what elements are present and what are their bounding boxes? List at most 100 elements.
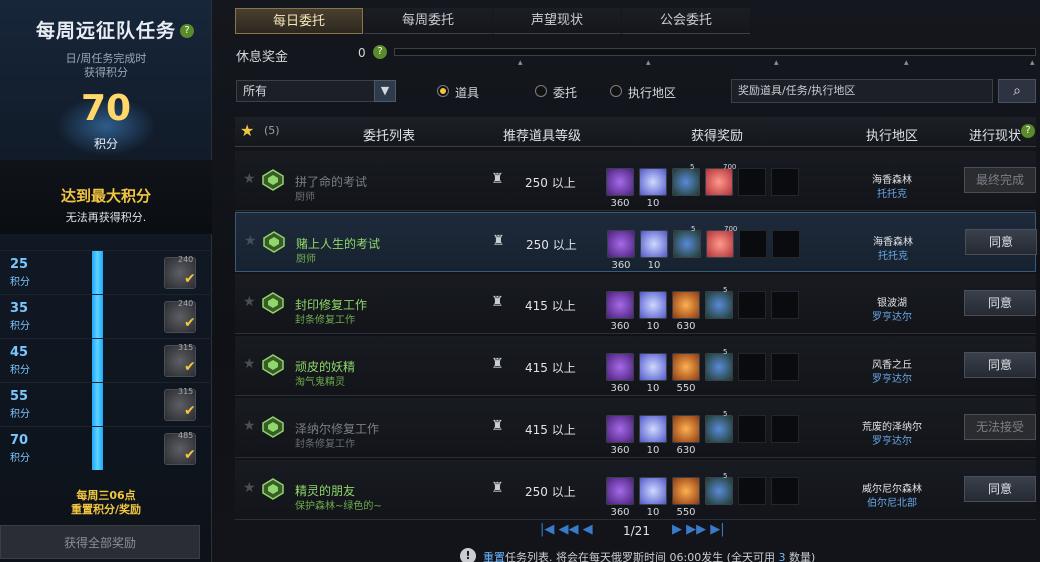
col-rec-level: 推荐道具等级 — [503, 129, 582, 144]
reward-count: 10 — [647, 260, 661, 271]
reward-potion-icon[interactable] — [705, 477, 733, 505]
quest-emblem-icon — [262, 169, 284, 191]
reward-slot-empty — [771, 415, 799, 443]
table-header: 委托列表 推荐道具等级 获得奖励 执行地区 进行现状 — [235, 117, 1036, 147]
star-icon[interactable]: ★ — [244, 233, 257, 249]
reward-level: 485 — [178, 431, 194, 440]
tab-daily[interactable]: 每日委托 — [235, 8, 363, 34]
reward-level: 240 — [178, 299, 194, 308]
milestone-item: 25 积分 240 ✔ — [0, 250, 212, 294]
quest-row[interactable]: ★ 拼了命的考试 厨师 ♜ 250 以上 360 10 5 700 海香森林 托托克 最终完成 — [235, 151, 1036, 211]
max-score-title: 达到最大积分 — [60, 187, 151, 205]
region-name: 威尔尼尔森林 — [862, 484, 922, 495]
tab-reputation[interactable]: 声望现状 — [493, 8, 621, 34]
reward-count: 10 — [646, 198, 660, 209]
reward-purple-icon[interactable] — [606, 168, 634, 196]
reward-heart-icon[interactable] — [705, 168, 733, 196]
reward-gem-icon[interactable] — [639, 353, 667, 381]
rec-item-level: 415 以上 — [525, 299, 576, 313]
reward-potion-icon[interactable] — [705, 353, 733, 381]
help-icon[interactable]: ? — [373, 45, 387, 59]
region-area: 托托克 — [877, 189, 907, 200]
radio-quest[interactable] — [535, 85, 547, 97]
reward-heart-icon[interactable] — [706, 230, 734, 258]
radio-item[interactable] — [437, 85, 449, 97]
reward-purple-icon[interactable] — [607, 230, 635, 258]
reward-superscript: 5 — [723, 410, 728, 418]
help-icon[interactable]: ? — [180, 24, 194, 38]
search-input[interactable]: 奖励道具/任务/执行地区 — [731, 79, 993, 103]
milestone-unit: 积分 — [10, 409, 30, 420]
reward-slot-empty — [738, 477, 766, 505]
milestone-item: 35 积分 240 ✔ — [0, 294, 212, 338]
filter-select[interactable]: 所有 — [236, 80, 396, 102]
quest-row[interactable]: ★ 封印修复工作 封条修复工作 ♜ 415 以上 360 10 630 5 银波湖 罗亨达尔 同意 — [235, 274, 1036, 334]
quest-row[interactable]: ★ 泽纳尔修复工作 封条修复工作 ♜ 415 以上 360 10 630 5 荒废的泽纳尔 罗亨达尔… — [235, 398, 1036, 458]
reward-purple-icon[interactable] — [606, 415, 634, 443]
reward-count: 10 — [646, 445, 660, 456]
reward-orange-icon[interactable] — [672, 291, 700, 319]
chevron-down-icon[interactable]: ▼ — [374, 80, 396, 102]
milestone-points: 45 — [10, 345, 29, 360]
status-button[interactable]: 无法接受 — [964, 414, 1036, 440]
reward-potion-icon[interactable] — [672, 168, 700, 196]
help-icon[interactable]: ? — [1021, 124, 1035, 138]
star-icon[interactable]: ★ — [243, 294, 256, 310]
pager-prev[interactable]: |◀ ◀◀ ◀ — [540, 522, 593, 537]
reward-gem-icon[interactable] — [639, 291, 667, 319]
helmet-icon: ♜ — [491, 356, 504, 372]
col-region: 执行地区 — [866, 129, 919, 144]
reward-purple-icon[interactable] — [606, 291, 634, 319]
tab-weekly[interactable]: 每周委托 — [364, 8, 492, 34]
quest-emblem-icon — [263, 231, 285, 253]
reward-gem-icon[interactable] — [640, 230, 668, 258]
tab-guild[interactable]: 公会委托 — [622, 8, 750, 34]
reward-gem-icon[interactable] — [639, 477, 667, 505]
reward-count: 360 — [610, 445, 630, 456]
reward-potion-icon[interactable] — [673, 230, 701, 258]
status-button[interactable]: 同意 — [964, 352, 1036, 378]
reward-potion-icon[interactable] — [705, 291, 733, 319]
reward-gem-icon[interactable] — [639, 168, 667, 196]
status-button[interactable]: 最终完成 — [964, 167, 1036, 193]
milestone-unit: 积分 — [10, 321, 30, 332]
region-name: 风香之丘 — [872, 360, 912, 371]
region-area: 罗亨达尔 — [872, 312, 912, 323]
reward-superscript: 5 — [723, 348, 728, 356]
quest-row[interactable]: ★ 顽皮的妖精 淘气鬼精灵 ♜ 415 以上 360 10 550 5 风香之丘 罗亨达尔 同意 — [235, 336, 1036, 396]
rec-item-level: 415 以上 — [525, 423, 576, 437]
status-button[interactable]: 同意 — [964, 476, 1036, 502]
reward-potion-icon[interactable] — [705, 415, 733, 443]
quest-subtitle: 厨师 — [295, 192, 315, 203]
milestone-unit: 积分 — [10, 453, 30, 464]
reward-slot-empty — [772, 230, 800, 258]
milestone-progress-bar — [92, 251, 103, 294]
score-value: 70 — [80, 88, 132, 129]
reward-orange-icon[interactable] — [672, 477, 700, 505]
star-icon[interactable]: ★ — [243, 480, 256, 496]
quest-row[interactable]: ★ 赌上人生的考试 厨师 ♜ 250 以上 360 10 5 700 海香森林 托托克 同意 — [235, 212, 1037, 272]
quest-emblem-icon — [262, 416, 284, 438]
quest-subtitle: 封条修复工作 — [295, 439, 355, 450]
reward-orange-icon[interactable] — [672, 353, 700, 381]
status-button[interactable]: 同意 — [965, 229, 1037, 255]
star-icon[interactable]: ★ — [243, 356, 256, 372]
reward-purple-icon[interactable] — [606, 477, 634, 505]
star-icon[interactable]: ★ — [240, 121, 254, 140]
reward-purple-icon[interactable] — [606, 353, 634, 381]
radio-region[interactable] — [610, 85, 622, 97]
reward-orange-icon[interactable] — [672, 415, 700, 443]
reward-gem-icon[interactable] — [639, 415, 667, 443]
claim-all-button[interactable]: 获得全部奖励 — [0, 525, 200, 559]
reward-superscript: 5 — [723, 286, 728, 294]
pager-next[interactable]: ▶ ▶▶ ▶| — [672, 522, 725, 537]
region-name: 海香森林 — [873, 237, 913, 248]
helmet-icon: ♜ — [491, 171, 504, 187]
weekly-expedition-panel: 每周远征队任务 ? 日/周任务完成时 获得积分 70 积分 达到最大积分 无法再… — [0, 0, 212, 562]
region-area: 罗亨达尔 — [872, 436, 912, 447]
status-button[interactable]: 同意 — [964, 290, 1036, 316]
quest-row[interactable]: ★ 精灵的朋友 保护森林~绿色的~ ♜ 250 以上 360 10 550 5 威尔尼尔森林 伯尔尼… — [235, 460, 1036, 520]
search-icon[interactable]: ⌕ — [998, 79, 1036, 103]
star-icon[interactable]: ★ — [243, 418, 256, 434]
star-icon[interactable]: ★ — [243, 171, 256, 187]
